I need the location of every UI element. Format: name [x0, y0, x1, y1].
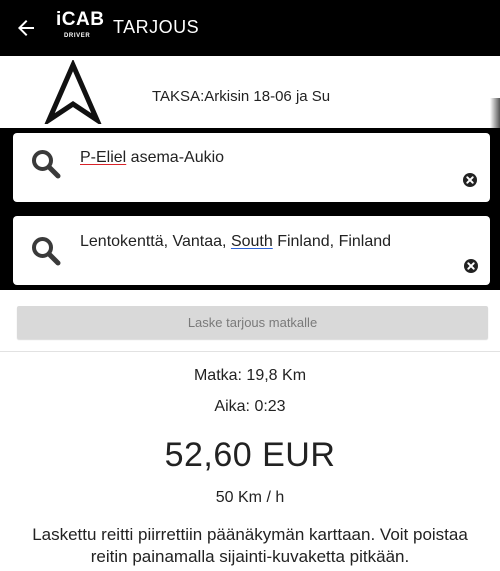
navigation-arrow-icon[interactable]: [43, 58, 103, 127]
clear-icon[interactable]: [463, 258, 479, 274]
calculate-offer-button[interactable]: Laske tarjous matkalle: [17, 306, 488, 339]
icab-logo: iCAB DRIVER: [56, 9, 105, 43]
search-icon: [30, 148, 62, 180]
to-location-text[interactable]: Lentokenttä, Vantaa, South Finland, Finl…: [80, 233, 391, 251]
page-title: TARJOUS: [113, 17, 200, 37]
to-location-field[interactable]: Lentokenttä, Vantaa, South Finland, Finl…: [13, 216, 490, 285]
to-location-underlined: South: [230, 233, 273, 250]
back-arrow-icon[interactable]: [14, 16, 38, 40]
from-location-text[interactable]: P-Eliel asema-Aukio: [80, 149, 224, 167]
trip-price: 52,60 EUR: [164, 436, 336, 474]
logo-main-text: iCAB: [56, 9, 105, 30]
average-speed: 50 Km / h: [215, 489, 285, 506]
search-icon: [30, 235, 62, 267]
tariff-label: TAKSA:Arkisin 18-06 ja Su: [152, 88, 331, 105]
app-bar: iCAB DRIVER TARJOUS: [0, 0, 500, 56]
tariff-strip: TAKSA:Arkisin 18-06 ja Su: [0, 56, 500, 128]
edge-shadow: [490, 98, 500, 128]
to-location-part2: Finland, Finland: [272, 233, 392, 250]
clear-icon[interactable]: [462, 172, 478, 188]
from-location-field[interactable]: P-Eliel asema-Aukio: [13, 133, 490, 202]
to-location-part1: Lentokenttä, Vantaa,: [80, 233, 231, 250]
trip-distance: Matka: 19,8 Km: [193, 367, 307, 384]
divider: [0, 351, 500, 352]
from-location-rest: asema-Aukio: [126, 149, 225, 166]
trip-duration: Aika: 0:23: [214, 398, 286, 415]
logo-sub-text: DRIVER: [64, 33, 91, 39]
route-info-text: Laskettu reitti piirrettiin päänäkymän k…: [32, 525, 468, 566]
from-location-underlined: P-Eliel: [80, 149, 127, 166]
